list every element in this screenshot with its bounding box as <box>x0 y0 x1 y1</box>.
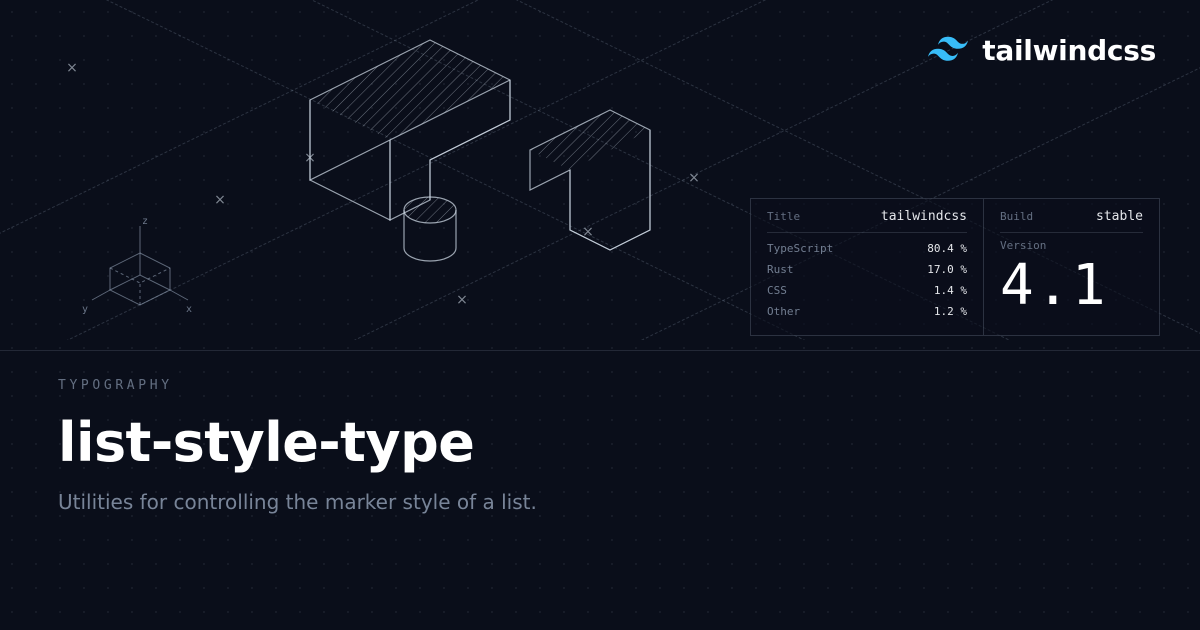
brand-logo: tailwindcss <box>928 34 1156 67</box>
svg-text:y: y <box>82 304 88 315</box>
lang-row: TypeScript 80.4 % <box>767 239 967 260</box>
section-divider <box>0 350 1200 351</box>
brand-name: tailwindcss <box>982 34 1156 67</box>
lang-row: Rust 17.0 % <box>767 260 967 281</box>
meta-version-value: 4.1 <box>1000 252 1143 314</box>
hero-block-art <box>230 10 750 330</box>
meta-title-label: Title <box>767 210 800 223</box>
doc-eyebrow: TYPOGRAPHY <box>58 378 1142 393</box>
svg-text:z: z <box>142 216 148 227</box>
axis-gizmo: z x y <box>70 220 190 340</box>
lang-row: Other 1.2 % <box>767 302 967 323</box>
meta-build-label: Build <box>1000 210 1033 223</box>
meta-panel: Title tailwindcss TypeScript 80.4 % Rust… <box>750 198 1160 336</box>
page-subtitle: Utilities for controlling the marker sty… <box>58 490 1142 514</box>
lang-row: CSS 1.4 % <box>767 281 967 302</box>
svg-text:x: x <box>186 304 192 315</box>
meta-title-col: Title tailwindcss TypeScript 80.4 % Rust… <box>751 199 983 335</box>
meta-build-col: Build stable Version 4.1 <box>983 199 1159 335</box>
doc-heading: TYPOGRAPHY list-style-type Utilities for… <box>58 378 1142 514</box>
tailwind-icon <box>928 36 968 66</box>
meta-build-value: stable <box>1096 209 1143 224</box>
page-title: list-style-type <box>58 411 1142 474</box>
meta-title-value: tailwindcss <box>881 209 967 224</box>
meta-version-label: Version <box>1000 239 1143 252</box>
